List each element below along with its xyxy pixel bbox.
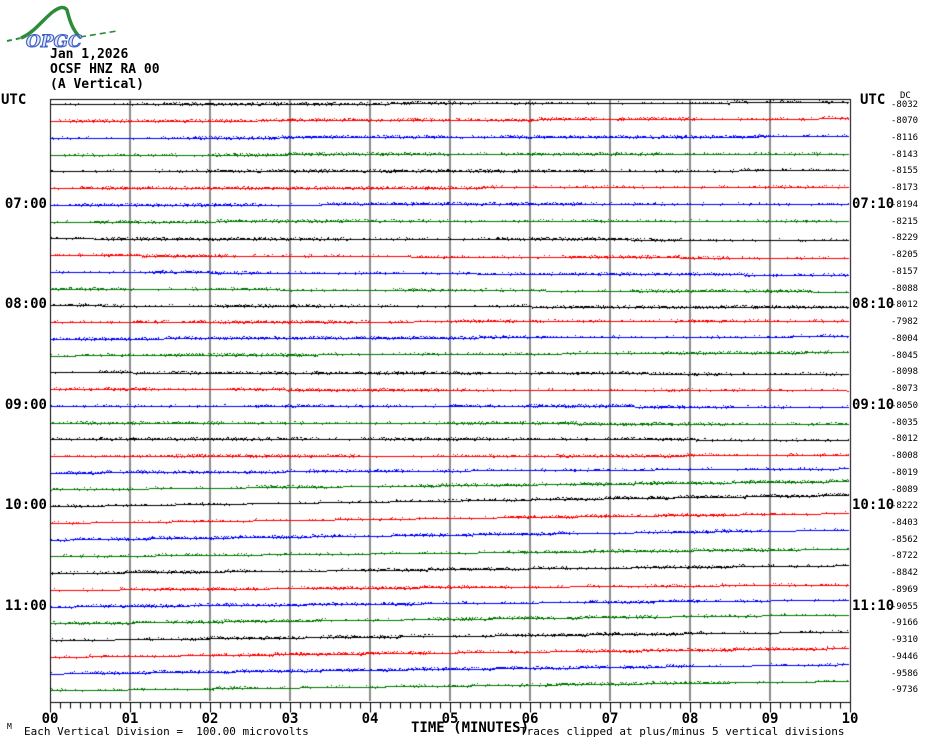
right-hour-label: 10:10 xyxy=(852,497,895,514)
dc-offset-label: -8004 xyxy=(891,333,919,344)
utc-label-left: UTC xyxy=(1,92,27,108)
dc-offset-label: -8012 xyxy=(891,434,919,445)
dc-offset-label: -8008 xyxy=(891,451,919,462)
dc-offset-label: -9055 xyxy=(891,601,919,612)
dc-offset-label: -8205 xyxy=(891,250,919,261)
dc-offset-label: -8155 xyxy=(891,166,919,177)
dc-offset-label: -8089 xyxy=(891,484,919,495)
logo-curve-left-dash xyxy=(6,37,22,42)
left-hour-label: 09:00 xyxy=(4,396,47,413)
helicorder-page: OPGC Jan 1,2026 OCSF HNZ RA 00 (A Vertic… xyxy=(0,0,930,744)
dc-offset-label: -8098 xyxy=(891,367,919,378)
dc-offset-label: -8050 xyxy=(891,400,919,411)
left-hour-label: 10:00 xyxy=(4,497,47,514)
dc-offset-label: -8722 xyxy=(891,551,919,562)
x-tick-label: 04 xyxy=(361,711,379,727)
dc-offset-label: -8035 xyxy=(891,417,919,428)
dc-offset-label: -8143 xyxy=(891,149,919,160)
dc-offset-label: -8116 xyxy=(891,132,919,143)
header-channel: (A Vertical) xyxy=(50,77,144,92)
dc-offset-label: -8222 xyxy=(891,501,919,512)
dc-offset-label: -8032 xyxy=(891,99,919,110)
dc-offset-label: -9166 xyxy=(891,618,919,629)
dc-offset-label: -8969 xyxy=(891,584,919,595)
dc-offset-label: -8070 xyxy=(891,116,919,127)
right-hour-label: 09:10 xyxy=(852,396,895,413)
corner-mark: M xyxy=(7,722,12,731)
dc-offset-label: -8157 xyxy=(891,266,919,277)
dc-offset-label: -8229 xyxy=(891,233,919,244)
dc-offset-label: -8215 xyxy=(891,216,919,227)
logo-curve-right-dash xyxy=(79,30,118,38)
dc-offset-label: -8019 xyxy=(891,467,919,478)
left-hour-label: 11:00 xyxy=(4,597,47,614)
scale-note: Each Vertical Division = 100.00 microvol… xyxy=(24,725,309,738)
dc-offset-label: -8012 xyxy=(891,300,919,311)
right-hour-label: 11:10 xyxy=(852,597,895,614)
right-hour-label: 07:10 xyxy=(852,195,895,212)
dc-offset-label: -8194 xyxy=(891,199,919,210)
dc-offset-label: -8173 xyxy=(891,183,919,194)
dc-offset-label: -9586 xyxy=(891,668,919,679)
right-hour-label: 08:10 xyxy=(852,296,895,313)
dc-offset-label: -8088 xyxy=(891,283,919,294)
header-station: OCSF HNZ RA 00 xyxy=(50,62,160,77)
dc-offset-label: -8073 xyxy=(891,384,919,395)
dc-offset-label: -8403 xyxy=(891,518,919,528)
clip-note: Traces clipped at plus/minus 5 vertical … xyxy=(520,725,845,738)
left-hour-label: 07:00 xyxy=(4,195,47,212)
header-date: Jan 1,2026 xyxy=(50,47,129,62)
left-hour-label: 08:00 xyxy=(4,296,47,313)
dc-offset-label: -8562 xyxy=(891,534,919,545)
seismogram-plot xyxy=(0,0,930,744)
dc-offset-label: -9446 xyxy=(891,651,919,662)
dc-offset-label: -9310 xyxy=(891,635,919,646)
dc-offset-label: -8842 xyxy=(891,568,919,579)
dc-offset-label: -8045 xyxy=(891,350,919,361)
dc-offset-label: -9736 xyxy=(891,685,919,696)
x-axis-title: TIME (MINUTES) xyxy=(411,720,530,736)
utc-label-right: UTC xyxy=(860,92,886,108)
dc-offset-label: -7982 xyxy=(891,317,919,328)
